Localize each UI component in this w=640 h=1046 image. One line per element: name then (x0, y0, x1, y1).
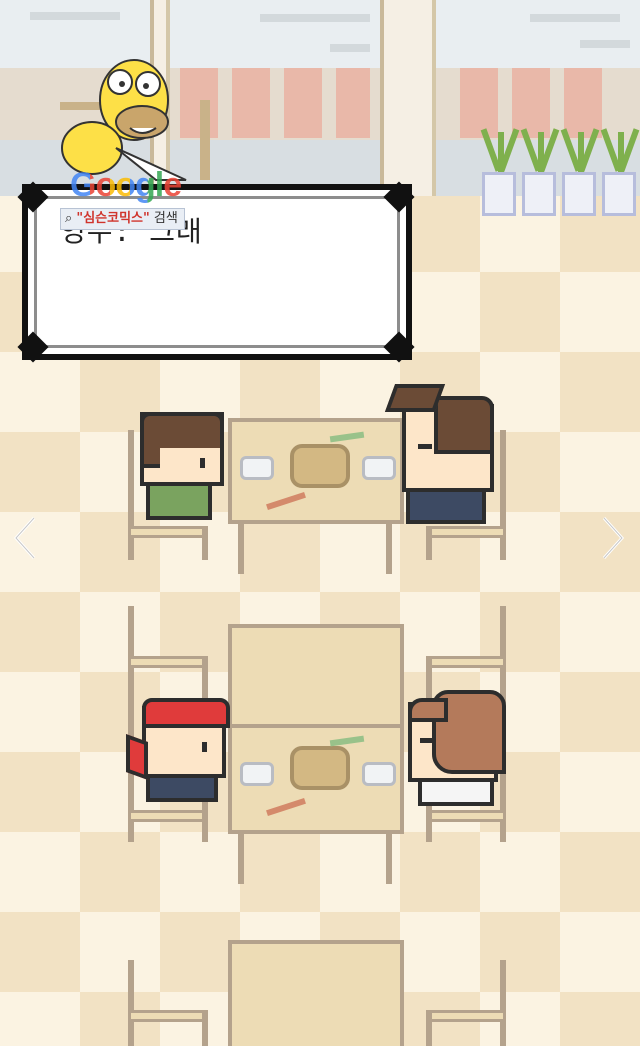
hotpot-dish (290, 444, 350, 488)
dining-table (228, 940, 404, 1046)
bowl (362, 456, 396, 480)
chevron-left-icon[interactable] (12, 516, 38, 560)
window-pane (232, 68, 270, 138)
window-pane (336, 68, 370, 138)
google-logo-text: Google (70, 166, 182, 204)
watermark-search-query: "심슨코믹스" (76, 211, 150, 226)
search-icon: ⌕ (65, 211, 73, 226)
google-logo: Google (70, 166, 182, 205)
pillar (380, 0, 436, 208)
chevron-right-icon[interactable] (600, 516, 626, 560)
window-pane (284, 68, 322, 138)
potted-plant (480, 128, 520, 216)
hotpot-dish (290, 746, 350, 790)
watermark-search-bar: ⌕ "심슨코믹스" 검색 (60, 208, 185, 230)
potted-plant (560, 128, 600, 216)
watermark-search-button: 검색 (153, 211, 178, 226)
chair (426, 960, 506, 1046)
bowl (240, 456, 274, 480)
game-scene: 영수: 그래 Google ⌕ "심슨코믹스" 검색 (0, 0, 640, 1046)
potted-plant (600, 128, 640, 216)
bowl (240, 762, 274, 786)
bowl (362, 762, 396, 786)
chair (128, 960, 208, 1046)
potted-plant (520, 128, 560, 216)
